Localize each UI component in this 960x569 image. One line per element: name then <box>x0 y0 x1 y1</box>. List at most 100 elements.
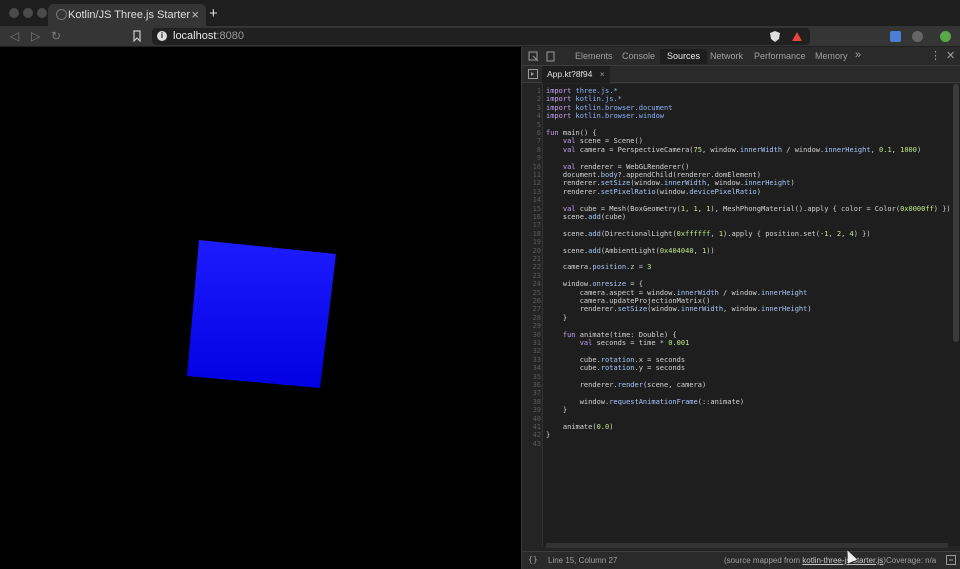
line-code: animate(0.0) <box>546 423 614 431</box>
file-tab-label: App.kt?8f94 <box>547 69 593 79</box>
line-number[interactable]: 36 <box>522 381 541 389</box>
line-number[interactable]: 30 <box>522 331 541 339</box>
line-number[interactable]: 24 <box>522 280 541 288</box>
back-arrow-icon[interactable]: ◁ <box>10 29 19 43</box>
line-number[interactable]: 5 <box>522 121 541 129</box>
close-window-button[interactable] <box>9 8 19 18</box>
line-number[interactable]: 14 <box>522 196 541 204</box>
line-number[interactable]: 12 <box>522 179 541 187</box>
translate-icon[interactable] <box>890 31 901 42</box>
maximize-window-button[interactable] <box>37 8 47 18</box>
toggle-debugger-icon[interactable] <box>946 555 956 565</box>
line-number[interactable]: 38 <box>522 398 541 406</box>
kebab-menu-icon[interactable]: ⋮ <box>930 49 941 62</box>
line-number[interactable]: 15 <box>522 205 541 213</box>
line-number[interactable]: 6 <box>522 129 541 137</box>
source-map-link[interactable]: kotlin-three-js-starter.js <box>802 556 883 565</box>
line-number[interactable]: 17 <box>522 221 541 229</box>
code-editor[interactable]: 1 import three.js.* 2 import kotlin.js.* 3 im… <box>522 84 960 546</box>
line-number[interactable]: 27 <box>522 305 541 313</box>
line-number[interactable]: 32 <box>522 347 541 355</box>
browser-tab[interactable]: Kotlin/JS Three.js Starter × <box>48 4 206 26</box>
line-number[interactable]: 22 <box>522 263 541 271</box>
line-number[interactable]: 39 <box>522 406 541 414</box>
line-number[interactable]: 8 <box>522 146 541 154</box>
file-tab-app-kt[interactable]: App.kt?8f94 × <box>542 66 610 83</box>
tab-memory[interactable]: Memory <box>815 51 848 61</box>
line-number[interactable]: 20 <box>522 247 541 255</box>
tab-close-icon[interactable]: × <box>191 7 199 22</box>
line-code: renderer.render(scene, camera) <box>546 381 707 389</box>
vertical-scrollbar[interactable] <box>953 84 959 342</box>
line-number[interactable]: 9 <box>522 154 541 162</box>
globe-icon <box>56 9 67 20</box>
brave-rewards-icon[interactable] <box>791 31 803 42</box>
tab-elements[interactable]: Elements <box>575 51 613 61</box>
line-code: } <box>546 431 551 440</box>
tab-performance[interactable]: Performance <box>754 51 806 61</box>
line-number[interactable]: 35 <box>522 373 541 381</box>
brave-shield-icon[interactable] <box>769 30 781 43</box>
devtools-panel: Elements Console Sources Network Perform… <box>521 47 960 569</box>
source-map-prefix: (source mapped from <box>724 556 803 565</box>
webgl-canvas[interactable] <box>0 47 521 569</box>
line-number[interactable]: 4 <box>522 112 541 120</box>
line-code: val seconds = time * 0.001 <box>579 339 690 347</box>
reload-icon[interactable]: ↻ <box>51 29 61 43</box>
line-number[interactable]: 37 <box>522 389 541 397</box>
line-number[interactable]: 33 <box>522 356 541 364</box>
line-number[interactable]: 34 <box>522 364 541 372</box>
forward-arrow-icon[interactable]: ▷ <box>31 29 40 43</box>
line-number[interactable]: 10 <box>522 163 541 171</box>
extension-icon[interactable] <box>912 31 923 42</box>
site-info-icon[interactable]: i <box>157 31 167 41</box>
profile-avatar-icon[interactable] <box>940 31 951 42</box>
tab-console[interactable]: Console <box>622 51 655 61</box>
new-tab-button[interactable]: + <box>209 5 218 22</box>
url-host: localhost <box>173 30 217 42</box>
line-number[interactable]: 41 <box>522 423 541 431</box>
line-number[interactable]: 11 <box>522 171 541 179</box>
line-code: scene.add(AmbientLight(0x404040, 1)) <box>546 246 715 255</box>
minimize-window-button[interactable] <box>23 8 33 18</box>
line-code: camera.aspect = window.innerWidth / wind… <box>546 288 808 297</box>
line-number[interactable]: 28 <box>522 314 541 322</box>
more-tabs-icon[interactable]: » <box>855 49 861 61</box>
browser-titlebar: Kotlin/JS Three.js Starter × + <box>0 0 960 26</box>
tab-network[interactable]: Network <box>710 51 743 61</box>
source-file-tabbar: App.kt?8f94 × <box>522 66 960 83</box>
line-number[interactable]: 40 <box>522 415 541 423</box>
line-number[interactable]: 26 <box>522 297 541 305</box>
line-code: val scene = Scene() <box>562 137 643 146</box>
line-number[interactable]: 13 <box>522 188 541 196</box>
pretty-print-icon[interactable]: {} <box>528 555 538 564</box>
line-number[interactable]: 21 <box>522 255 541 263</box>
address-bar[interactable]: i localhost:8080 <box>152 28 810 45</box>
line-number[interactable]: 3 <box>522 104 541 112</box>
device-toolbar-icon[interactable] <box>545 51 556 62</box>
tab-sources[interactable]: Sources <box>660 49 708 64</box>
inspect-element-icon[interactable] <box>528 51 539 62</box>
file-tab-close-icon[interactable]: × <box>600 69 605 79</box>
coverage-status: Coverage: n/a <box>886 556 937 565</box>
line-number[interactable]: 7 <box>522 137 541 145</box>
line-number[interactable]: 2 <box>522 95 541 103</box>
toggle-navigator-icon[interactable] <box>528 69 538 79</box>
line-number[interactable]: 29 <box>522 322 541 330</box>
bookmark-icon[interactable] <box>133 30 141 42</box>
line-number[interactable]: 25 <box>522 289 541 297</box>
line-number[interactable]: 42 <box>522 431 541 439</box>
horizontal-scrollbar[interactable] <box>546 543 948 548</box>
line-number[interactable]: 19 <box>522 238 541 246</box>
line-code: import three.js.* <box>546 87 618 95</box>
line-number[interactable]: 18 <box>522 230 541 238</box>
close-devtools-icon[interactable]: ✕ <box>946 49 955 62</box>
line-number[interactable]: 16 <box>522 213 541 221</box>
line-number[interactable]: 43 <box>522 440 541 448</box>
line-number[interactable]: 31 <box>522 339 541 347</box>
line-code: fun main() { <box>546 129 597 137</box>
line-code: fun animate(time: Double) { <box>562 330 677 339</box>
line-number[interactable]: 1 <box>522 87 541 95</box>
line-number[interactable]: 23 <box>522 272 541 280</box>
cube-face <box>187 240 336 388</box>
